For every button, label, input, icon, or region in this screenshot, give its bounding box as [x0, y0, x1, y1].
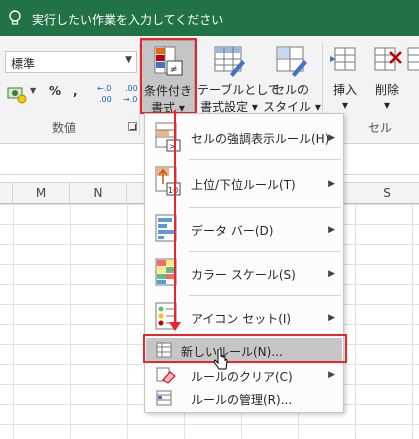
svg-text:→.0: →.0: [123, 95, 137, 104]
chevron-down-icon: ▼: [125, 55, 132, 65]
menu-item-manage-rules[interactable]: ルールの管理(R)...: [145, 387, 343, 409]
cell-styles-button[interactable]: セルの スタイル ▾: [263, 40, 321, 114]
submenu-arrow-icon: ▶: [328, 370, 335, 380]
svg-text:.00: .00: [125, 84, 138, 93]
annotation-arrow-head: [169, 322, 181, 331]
cell-styles-icon: [276, 46, 307, 77]
delete-label: 削除: [374, 83, 399, 97]
lightbulb-icon: [9, 10, 21, 25]
tell-me-input[interactable]: 実行したい作業を入力してください: [32, 11, 223, 28]
insert-button[interactable]: 挿入 ▾: [326, 40, 364, 114]
format-as-table-icon: [214, 46, 245, 77]
svg-text:.00: .00: [99, 95, 112, 104]
menu-separator: [189, 207, 341, 208]
manage-rules-icon: [156, 390, 172, 406]
number-buttons-row: ▼ % , ←.0 .00 .00 →.0: [6, 84, 138, 106]
clear-rules-icon: [156, 367, 176, 384]
number-format-value: 標準: [11, 57, 36, 71]
format-as-table-label-2-text: 書式設定: [200, 100, 249, 114]
comma-style-button[interactable]: ,: [73, 84, 78, 106]
menu-label-data-bars: データ バー(D): [191, 224, 274, 238]
menu-separator: [189, 251, 341, 252]
dialog-launcher-icon[interactable]: [128, 122, 137, 131]
menu-label-manage-rules: ルールの管理(R)...: [191, 393, 293, 407]
menu-label-top-bottom-rules: 上位/下位ルール(T): [191, 178, 296, 192]
delete-button[interactable]: 削除 ▾: [367, 40, 407, 114]
menu-item-clear-rules[interactable]: ルールのクリア(C) ▶: [145, 364, 343, 386]
delete-cells-icon: [374, 47, 402, 71]
chevron-down-icon: ▾: [341, 98, 349, 112]
format-button[interactable]: [407, 40, 419, 114]
conditional-formatting-annotation-frame: [140, 38, 197, 114]
group-label-cells: セル: [368, 121, 393, 135]
highlight-rules-icon: >: [155, 122, 181, 152]
menu-label-color-scales: カラー スケール(S): [191, 268, 296, 282]
format-as-table-button[interactable]: テーブルとして 書式設定 ▾: [197, 40, 280, 114]
submenu-arrow-icon: ▶: [328, 179, 335, 189]
annotation-arrow-line: [174, 110, 176, 324]
submenu-arrow-icon: ▶: [328, 269, 335, 279]
menu-label-clear-rules: ルールのクリア(C): [191, 370, 293, 384]
submenu-arrow-icon: ▶: [328, 313, 335, 323]
column-header-partial[interactable]: [0, 183, 13, 204]
chevron-down-icon[interactable]: ▼: [30, 86, 36, 95]
percent-style-button[interactable]: %: [49, 84, 61, 106]
chevron-down-icon: ▾: [383, 98, 391, 112]
mouse-pointer-icon: [213, 349, 228, 370]
menu-label-highlight-rules: セルの強調表示ルール(H): [191, 132, 330, 146]
svg-text:←.0: ←.0: [97, 84, 111, 93]
increase-decimal-icon: ←.0 .00: [97, 84, 112, 104]
column-header-m[interactable]: M: [13, 183, 70, 204]
menu-separator: [189, 159, 341, 160]
color-scales-icon: [155, 258, 177, 286]
top-bottom-rules-icon: 10: [155, 166, 181, 196]
increase-decimal-button[interactable]: ←.0 .00: [96, 82, 116, 106]
data-bars-icon: [155, 214, 177, 242]
cell-styles-label-2-text: スタイル: [263, 100, 312, 114]
menu-separator: [189, 295, 341, 296]
column-header-s[interactable]: S: [355, 183, 419, 204]
insert-label: 挿入: [332, 83, 357, 97]
cell-styles-label-1: セルの: [272, 83, 309, 97]
number-format-dropdown[interactable]: 標準 ▼: [5, 51, 137, 73]
new-rule-annotation-frame: [143, 334, 347, 363]
title-bar: 実行したい作業を入力してください: [0, 0, 419, 36]
format-cells-icon: [407, 47, 419, 71]
column-header-n[interactable]: N: [70, 183, 127, 204]
submenu-arrow-icon: ▶: [328, 225, 335, 235]
format-as-table-label-1: テーブルとして: [197, 83, 280, 97]
submenu-arrow-icon: ▶: [328, 133, 335, 143]
menu-label-icon-sets: アイコン セット(I): [191, 312, 292, 326]
accounting-format-icon[interactable]: [6, 85, 30, 105]
insert-cells-icon: [330, 47, 356, 71]
group-label-number: 数値: [52, 121, 77, 135]
